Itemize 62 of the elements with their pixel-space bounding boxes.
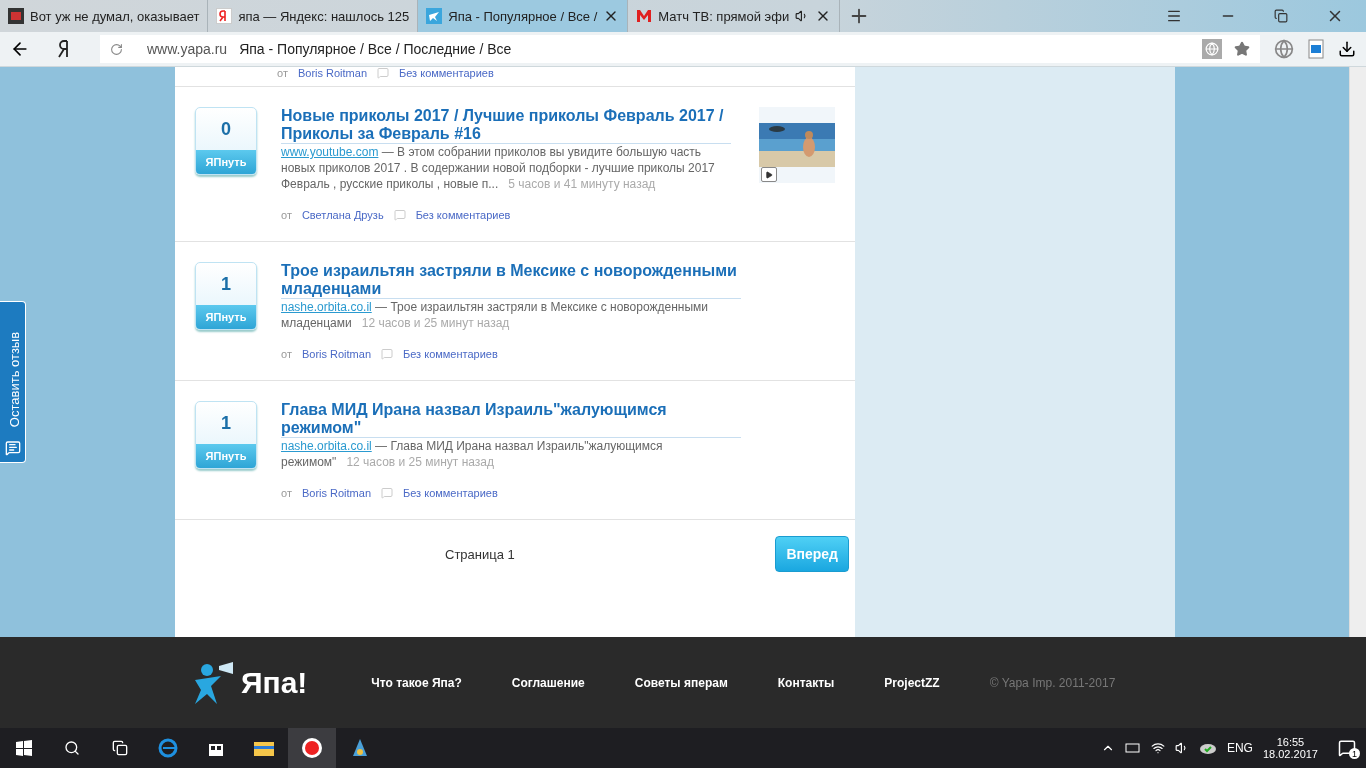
author-link[interactable]: Светлана Друзь: [301, 209, 384, 221]
post-title-link[interactable]: Глава МИД Ирана назвал Израиль"жалующимся режимом": [281, 401, 741, 438]
comments-link[interactable]: Без комментариев: [399, 67, 494, 79]
clock[interactable]: 16:55 18.02.2017: [1262, 736, 1318, 760]
post-description: www.youtube.com — В этом собрании приколов вы увидите большую часть новых приколов 2017 . В содержании новой подборки - лучшие приколы 2017 Февраль , русские приколы , новые п... 5 часов и 41 минуту назад: [281, 144, 716, 192]
reload-icon[interactable]: [110, 42, 123, 56]
by-label: от: [281, 348, 292, 360]
play-icon[interactable]: [761, 167, 777, 182]
wifi-icon[interactable]: [1150, 741, 1165, 755]
download-icon[interactable]: [1338, 40, 1356, 58]
yandex-favicon: [216, 8, 233, 24]
bookmark-star-icon[interactable]: [1234, 41, 1250, 57]
source-link[interactable]: nashe.orbita.co.il: [281, 300, 372, 314]
footer-link[interactable]: Что такое Япа?: [371, 675, 462, 690]
source-link[interactable]: nashe.orbita.co.il: [281, 439, 372, 453]
by-label: от: [277, 67, 288, 79]
comment-icon: [393, 209, 406, 221]
site-favicon: [8, 8, 24, 24]
author-link[interactable]: Boris Roitman: [301, 487, 371, 499]
feedback-icon[interactable]: [4, 440, 21, 456]
footer-link[interactable]: Соглашение: [511, 675, 585, 690]
language-indicator[interactable]: ENG: [1226, 741, 1253, 755]
address-bar[interactable]: www.yapa.ru Япа - Популярное / Все / Последние / Все: [100, 35, 1260, 63]
by-label: от: [281, 209, 292, 221]
menu-icon[interactable]: [1166, 8, 1182, 24]
browser-tab[interactable]: Япа - Популярное / Все /: [418, 0, 629, 32]
footer-link[interactable]: ProjectZZ: [884, 675, 940, 690]
vote-button[interactable]: 1 ЯПнуть: [195, 401, 257, 469]
copyright: © Yapa Imp. 2011-2017: [989, 675, 1116, 690]
notification-count: 1: [1349, 748, 1360, 759]
url-host: www.yapa.ru: [147, 41, 228, 57]
restore-icon[interactable]: [1274, 9, 1288, 23]
by-label: от: [281, 487, 292, 499]
site-favicon: [426, 8, 443, 24]
post-description: nashe.orbita.co.il — Трое израильтян застряли в Мексике с новорожденными младенцами 12 часов и 25 минут назад: [281, 299, 709, 331]
page-title: Япа - Популярное / Все / Последние / Все: [239, 41, 512, 57]
footer-link[interactable]: Контакты: [777, 675, 835, 690]
scrollbar[interactable]: [1349, 67, 1366, 637]
comments-link[interactable]: Без комментариев: [403, 348, 498, 360]
comment-icon: [381, 487, 393, 499]
author-link[interactable]: Boris Roitman: [297, 67, 367, 79]
author-link[interactable]: Boris Roitman: [301, 348, 371, 360]
footer-link[interactable]: Советы яперам: [634, 675, 728, 690]
yandex-browser-icon[interactable]: [288, 728, 336, 768]
post-description: nashe.orbita.co.il — Глава МИД Ирана назвал Израиль"жалующимся режимом" 12 часов и 25 минут назад: [281, 438, 664, 470]
vote-button[interactable]: 0 ЯПнуть: [195, 107, 257, 175]
vote-button[interactable]: 1 ЯПнуть: [195, 262, 257, 330]
comments-link[interactable]: Без комментариев: [403, 487, 498, 499]
cloud-check-icon[interactable]: [1198, 741, 1217, 755]
post-title-link[interactable]: Трое израильтян застряли в Мексике с новорожденными младенцами: [281, 262, 741, 299]
m-logo-favicon: [636, 9, 653, 23]
source-link[interactable]: www.youtube.com: [281, 145, 379, 159]
post-title-link[interactable]: Новые приколы 2017 / Лучшие приколы Февраль 2017 / Приколы за Февраль #16: [281, 107, 731, 144]
image-document-icon[interactable]: [1308, 39, 1324, 59]
logo-text: Япа!: [241, 665, 308, 700]
globe-icon[interactable]: [1274, 39, 1294, 59]
comment-icon: [381, 348, 393, 360]
feedback-tab[interactable]: Оставить отзыв: [0, 301, 26, 463]
battery-icon[interactable]: [1124, 743, 1141, 753]
comment-icon: [377, 67, 389, 79]
comments-link[interactable]: Без комментариев: [415, 209, 511, 221]
page-number: Страница 1: [445, 546, 515, 562]
